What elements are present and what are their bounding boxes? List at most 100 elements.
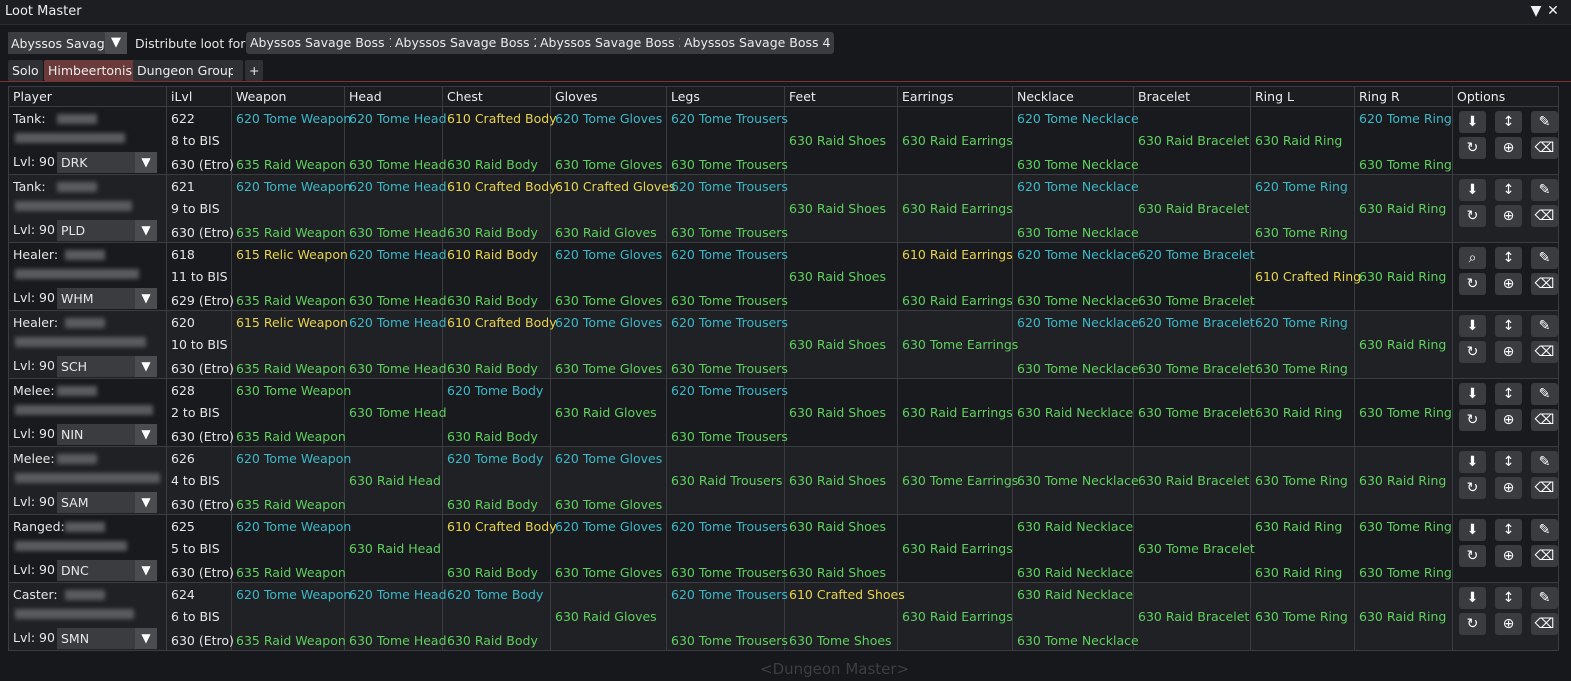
gear-current: 620 Tome Necklace [1017, 314, 1139, 330]
gear-current: 615 Relic Weapon [236, 246, 348, 262]
edit-icon[interactable]: ✎ [1531, 382, 1558, 405]
gear-current: 620 Tome Ring [1255, 314, 1348, 330]
tab-dungeon-group[interactable]: Dungeon Group [133, 60, 240, 81]
bis-ilvl: 630 (Etro) [171, 224, 234, 240]
chevron-down-icon[interactable]: ▼ [135, 559, 157, 581]
job-select[interactable]: DRK ▼ [57, 151, 157, 173]
move-icon[interactable]: ↕ [1495, 178, 1522, 201]
tab-solo[interactable]: Solo [8, 60, 43, 81]
refresh-icon[interactable]: ↻ [1459, 544, 1486, 567]
job-select[interactable]: WHM ▼ [57, 287, 157, 309]
tab-add[interactable]: + [245, 60, 264, 81]
gear-current: 620 Tome Necklace [1017, 110, 1139, 126]
ilvl-cell: 625 5 to BIS 630 (Etro) [166, 514, 234, 583]
eraser-icon[interactable]: ⌫ [1531, 408, 1558, 431]
col-gloves: Gloves [550, 86, 667, 107]
job-select[interactable]: NIN ▼ [57, 423, 157, 445]
chevron-down-icon[interactable]: ▼ [135, 355, 157, 377]
download-icon[interactable]: ⬇ [1459, 586, 1486, 609]
zoom-icon[interactable]: ⊕ [1495, 408, 1522, 431]
job-select[interactable]: SCH ▼ [57, 355, 157, 377]
eraser-icon[interactable]: ⌫ [1531, 272, 1558, 295]
move-icon[interactable]: ↕ [1495, 110, 1522, 133]
move-icon[interactable]: ↕ [1495, 518, 1522, 541]
player-world-redacted [15, 608, 134, 619]
zoom-icon[interactable]: ⊕ [1495, 136, 1522, 159]
edit-icon[interactable]: ✎ [1531, 450, 1558, 473]
chevron-down-icon[interactable]: ▼ [135, 219, 157, 241]
move-icon[interactable]: ↕ [1495, 246, 1522, 269]
download-icon[interactable]: ⬇ [1459, 382, 1486, 405]
gear-current: 630 Raid Necklace [1017, 586, 1134, 602]
refresh-icon[interactable]: ↻ [1459, 476, 1486, 499]
job-select[interactable]: SMN ▼ [57, 627, 157, 649]
download-icon[interactable]: ⬇ [1459, 314, 1486, 337]
download-icon[interactable]: ⬇ [1459, 178, 1486, 201]
gear-current: 620 Tome Trousers [671, 110, 788, 126]
chevron-down-icon[interactable]: ▼ [135, 287, 157, 309]
player-world-redacted [15, 132, 125, 143]
download-icon[interactable]: ⬇ [1459, 518, 1486, 541]
edit-icon[interactable]: ✎ [1531, 246, 1558, 269]
search-icon[interactable]: ⌕ [1459, 246, 1486, 269]
job-value: SAM [61, 494, 89, 510]
move-icon[interactable]: ↕ [1495, 586, 1522, 609]
zoom-icon[interactable]: ⊕ [1495, 612, 1522, 635]
refresh-icon[interactable]: ↻ [1459, 340, 1486, 363]
refresh-icon[interactable]: ↻ [1459, 272, 1486, 295]
refresh-icon[interactable]: ↻ [1459, 612, 1486, 635]
gear-bis: 630 Tome Trousers [671, 564, 788, 580]
gear-current: 620 Tome Head [349, 246, 447, 262]
gear-cell: 620 Tome Gloves 630 Tome Gloves [550, 310, 667, 379]
job-value: DNC [61, 562, 89, 578]
boss-1-button[interactable]: Abyssos Savage Boss 1 [246, 32, 401, 54]
download-icon[interactable]: ⬇ [1459, 110, 1486, 133]
chevron-down-icon[interactable]: ▼ [135, 423, 157, 445]
move-icon[interactable]: ↕ [1495, 450, 1522, 473]
chevron-down-icon[interactable]: ▼ [135, 151, 157, 173]
eraser-icon[interactable]: ⌫ [1531, 204, 1558, 227]
collapse-icon[interactable]: ▼ [1529, 3, 1543, 19]
edit-icon[interactable]: ✎ [1531, 314, 1558, 337]
job-select[interactable]: SAM ▼ [57, 491, 157, 513]
zoom-icon[interactable]: ⊕ [1495, 476, 1522, 499]
download-icon[interactable]: ⬇ [1459, 450, 1486, 473]
eraser-icon[interactable]: ⌫ [1531, 340, 1558, 363]
edit-icon[interactable]: ✎ [1531, 518, 1558, 541]
eraser-icon[interactable]: ⌫ [1531, 136, 1558, 159]
refresh-icon[interactable]: ↻ [1459, 204, 1486, 227]
tab-himbeertonis[interactable]: Himbeertonis [44, 60, 136, 81]
job-select[interactable]: PLD ▼ [57, 219, 157, 241]
job-select[interactable]: DNC ▼ [57, 559, 157, 581]
edit-icon[interactable]: ✎ [1531, 110, 1558, 133]
boss-2-button[interactable]: Abyssos Savage Boss 2 [391, 32, 546, 54]
zoom-icon[interactable]: ⊕ [1495, 544, 1522, 567]
close-icon[interactable]: ✕ [1546, 3, 1560, 19]
refresh-icon[interactable]: ↻ [1459, 136, 1486, 159]
chevron-down-icon[interactable]: ▼ [135, 491, 157, 513]
tab-empty[interactable] [233, 60, 243, 81]
boss-3-button[interactable]: Abyssos Savage Boss 3 [536, 32, 691, 54]
move-icon[interactable]: ↕ [1495, 382, 1522, 405]
gear-current: 630 Tome Weapon [236, 382, 352, 398]
gear-cell: 630 Raid Bracelet [1133, 106, 1251, 175]
chevron-down-icon[interactable]: ▼ [105, 32, 127, 54]
refresh-icon[interactable]: ↻ [1459, 408, 1486, 431]
zoom-icon[interactable]: ⊕ [1495, 340, 1522, 363]
move-icon[interactable]: ↕ [1495, 314, 1522, 337]
gear-cell: 630 Raid Head [344, 514, 443, 583]
chevron-down-icon[interactable]: ▼ [135, 627, 157, 649]
raid-select[interactable]: Abyssos Savage ▼ [8, 32, 127, 54]
edit-icon[interactable]: ✎ [1531, 586, 1558, 609]
eraser-icon[interactable]: ⌫ [1531, 476, 1558, 499]
eraser-icon[interactable]: ⌫ [1531, 612, 1558, 635]
edit-icon[interactable]: ✎ [1531, 178, 1558, 201]
boss-4-button[interactable]: Abyssos Savage Boss 4 [680, 32, 835, 54]
zoom-icon[interactable]: ⊕ [1495, 272, 1522, 295]
gear-item: 630 Raid Head [349, 472, 441, 488]
ilvl-cell: 622 8 to BIS 630 (Etro) [166, 106, 234, 175]
gear-item: 630 Tome Necklace [1017, 472, 1139, 488]
eraser-icon[interactable]: ⌫ [1531, 544, 1558, 567]
zoom-icon[interactable]: ⊕ [1495, 204, 1522, 227]
gear-item: 630 Tome Bracelet [1138, 540, 1255, 556]
